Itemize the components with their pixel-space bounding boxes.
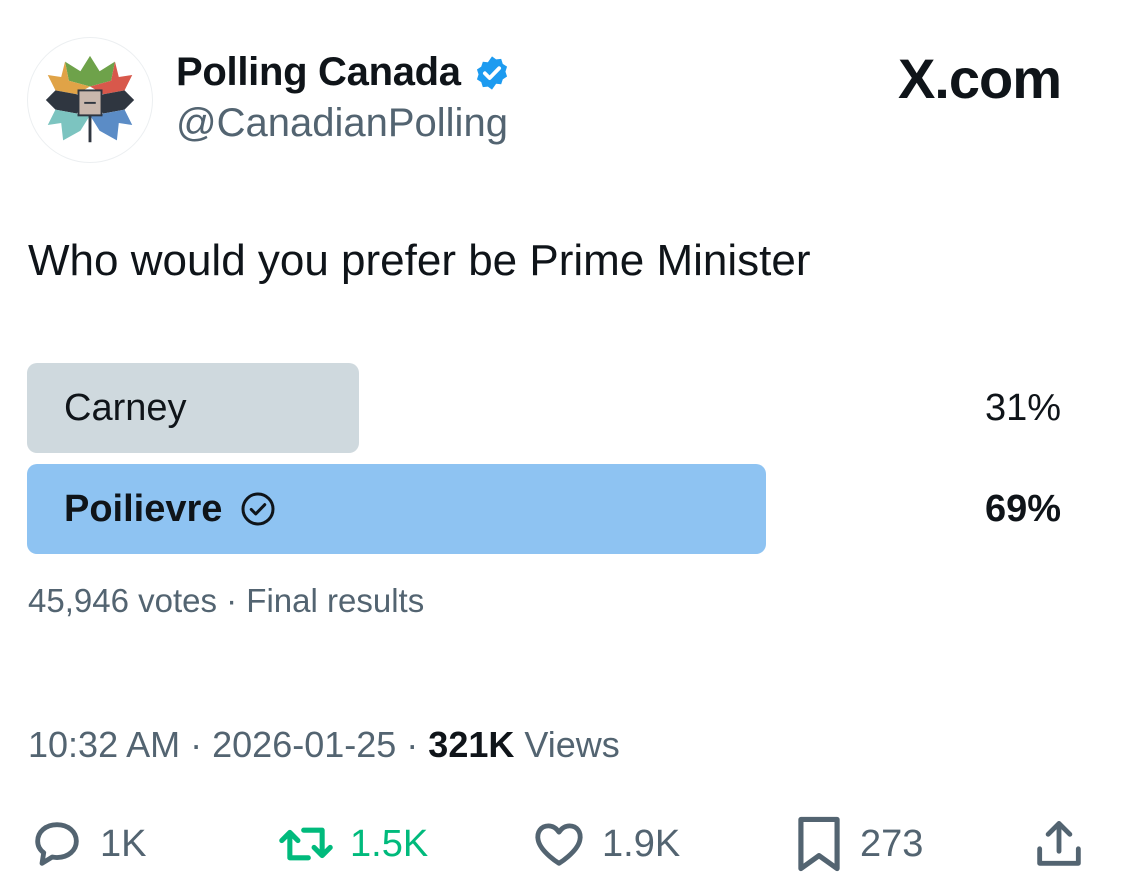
timestamp-row: 10:32 AM · 2026-01-25 · 321K Views [28, 724, 620, 766]
poll-option-percent: 31% [984, 386, 1061, 429]
views-label: Views [524, 724, 620, 765]
retweet-count: 1.5K [350, 822, 429, 865]
reply-count: 1K [100, 822, 147, 865]
tweet-text: Who would you prefer be Prime Minister [28, 236, 811, 285]
bookmark-icon [798, 816, 840, 872]
retweet-icon [279, 827, 333, 861]
reply-button[interactable]: 1K [28, 812, 146, 876]
poll-option-percent: 69% [984, 487, 1061, 530]
display-name[interactable]: Polling Canada [176, 50, 461, 95]
reply-icon [35, 822, 79, 866]
separator-dot: · [406, 724, 429, 765]
check-circle-icon [240, 491, 276, 527]
heart-icon [535, 823, 583, 866]
tweet-time[interactable]: 10:32 AM [28, 724, 180, 765]
poll-option-carney[interactable]: Carney 31% [27, 363, 1063, 453]
maple-leaf-ballot-logo [45, 55, 135, 143]
verified-badge-icon[interactable] [473, 54, 511, 92]
share-button[interactable] [1030, 812, 1088, 876]
share-icon [1037, 821, 1081, 866]
account-handle[interactable]: @CanadianPolling [176, 101, 508, 146]
poll-option-text: Carney [64, 386, 187, 429]
avatar[interactable] [27, 37, 153, 163]
views-count: 321K [428, 724, 515, 765]
poll-option-label: Poilievre [64, 464, 276, 554]
tweet-date[interactable]: 2026-01-25 [212, 724, 396, 765]
poll-meta: 45,946 votes · Final results [28, 582, 425, 619]
x-watermark: X.com [897, 47, 1062, 110]
like-button[interactable]: 1.9K [530, 812, 680, 876]
action-bar: 1K 1.5K 1.9K 273 [28, 812, 1093, 876]
like-count: 1.9K [602, 822, 681, 865]
bookmark-button[interactable]: 273 [792, 812, 923, 876]
poll-option-label: Carney [64, 363, 187, 453]
author-name-row: Polling Canada [176, 50, 511, 95]
retweet-button[interactable]: 1.5K [276, 812, 428, 876]
separator-dot: · [190, 724, 213, 765]
poll-option-text: Poilievre [64, 487, 223, 530]
bookmark-count: 273 [860, 822, 924, 865]
poll-option-poilievre[interactable]: Poilievre 69% [27, 464, 1063, 554]
